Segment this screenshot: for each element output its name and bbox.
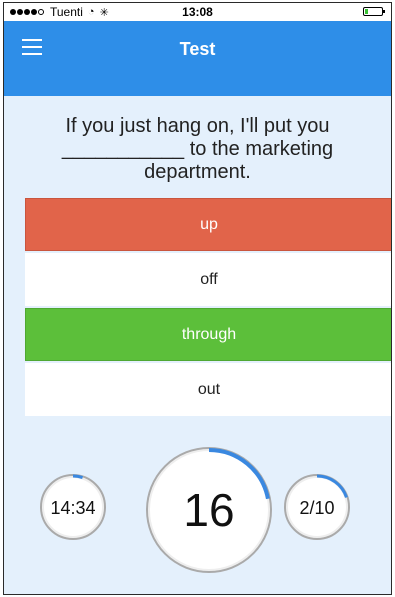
answer-option-off[interactable]: off	[25, 253, 391, 306]
answer-list: up off through out	[25, 198, 391, 418]
question-line-2-text: to the marketing	[184, 138, 334, 160]
status-time: 13:08	[182, 5, 213, 19]
timer-value: 14:34	[50, 498, 96, 518]
answer-option-out[interactable]: out	[25, 363, 391, 416]
navigation-bar: Test	[4, 21, 391, 96]
answer-option-up[interactable]: up	[25, 198, 391, 251]
question-line-1: If you just hang on, I'll put you	[65, 115, 330, 137]
question-line-2: ___________ to the marketing	[24, 138, 371, 161]
question-progress-arc	[316, 474, 348, 498]
stats-circles: 14:34 16 2/10	[4, 443, 391, 593]
timer-progress-arc	[72, 474, 84, 479]
question-progress-value: 2/10	[299, 498, 335, 518]
question-progress-circle: 2/10	[284, 474, 350, 540]
score-value: 16	[183, 484, 235, 536]
page-title: Test	[179, 39, 216, 59]
timer-circle: 14:34	[40, 474, 106, 540]
answer-blank: ___________	[61, 138, 185, 160]
answer-option-through[interactable]: through	[25, 308, 391, 361]
score-circle: 16	[146, 447, 272, 573]
app-screen: Tuenti ◔ ✳ 13:08 Test If you just hang o…	[3, 2, 392, 595]
navbar-inner: Test	[4, 21, 391, 77]
question-text: If you just hang on, I'll put you ______…	[24, 115, 371, 184]
status-bar: Tuenti ◔ ✳ 13:08	[4, 3, 391, 21]
battery-icon	[363, 7, 385, 16]
question-line-3: department.	[144, 161, 251, 183]
